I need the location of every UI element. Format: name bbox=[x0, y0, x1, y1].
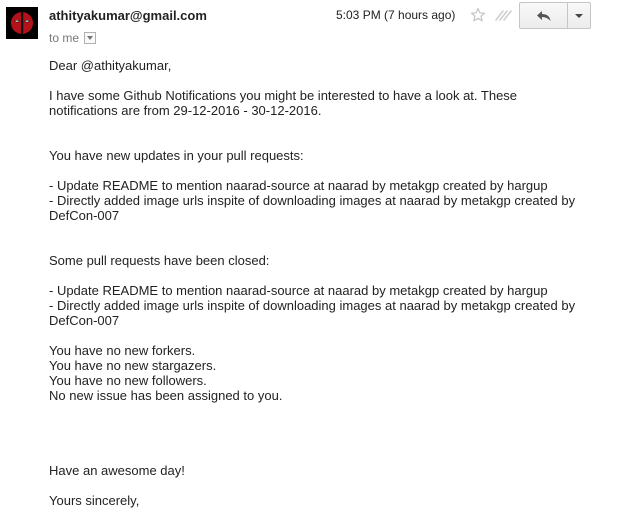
star-icon[interactable] bbox=[470, 7, 486, 23]
closing-line: Have an awesome day! bbox=[49, 463, 185, 478]
closed-item: DefCon-007 bbox=[49, 313, 120, 328]
stats-line: You have no new forkers. bbox=[49, 343, 196, 358]
update-item: - Directly added image urls inspite of d… bbox=[49, 193, 576, 208]
more-options-button[interactable] bbox=[567, 2, 591, 29]
chevron-down-icon bbox=[575, 13, 583, 18]
updates-heading: You have new updates in your pull reques… bbox=[49, 148, 304, 163]
signoff-line: Yours sincerely, bbox=[49, 493, 140, 508]
sender-avatar[interactable] bbox=[6, 7, 38, 39]
update-item: DefCon-007 bbox=[49, 208, 120, 223]
intro-line: I have some Github Notifications you mig… bbox=[49, 88, 518, 103]
update-item: - Update README to mention naarad-source… bbox=[49, 178, 548, 193]
hangouts-wave-icon bbox=[495, 10, 512, 21]
closed-item: - Update README to mention naarad-source… bbox=[49, 283, 548, 298]
closed-heading: Some pull requests have been closed: bbox=[49, 253, 270, 268]
recipient-label: to me bbox=[49, 31, 80, 45]
intro-line: notifications are from 29-12-2016 - 30-1… bbox=[49, 103, 322, 118]
closed-item: - Directly added image urls inspite of d… bbox=[49, 298, 576, 313]
show-details-dropdown-icon[interactable] bbox=[84, 32, 97, 44]
sender-email[interactable]: athityakumar@gmail.com bbox=[49, 8, 207, 23]
message-timestamp: 5:03 PM (7 hours ago) bbox=[336, 8, 456, 22]
recipient-line: to me bbox=[49, 31, 97, 45]
stats-line: You have no new followers. bbox=[49, 373, 207, 388]
email-body: Dear @athityakumar, I have some Github N… bbox=[49, 58, 589, 508]
reply-arrow-icon bbox=[536, 10, 550, 21]
stats-line: You have no new stargazers. bbox=[49, 358, 217, 373]
reply-button[interactable] bbox=[519, 2, 567, 29]
greeting: Dear @athityakumar, bbox=[49, 58, 172, 73]
deadpool-avatar-icon bbox=[6, 7, 38, 39]
stats-line: No new issue has been assigned to you. bbox=[49, 388, 283, 403]
